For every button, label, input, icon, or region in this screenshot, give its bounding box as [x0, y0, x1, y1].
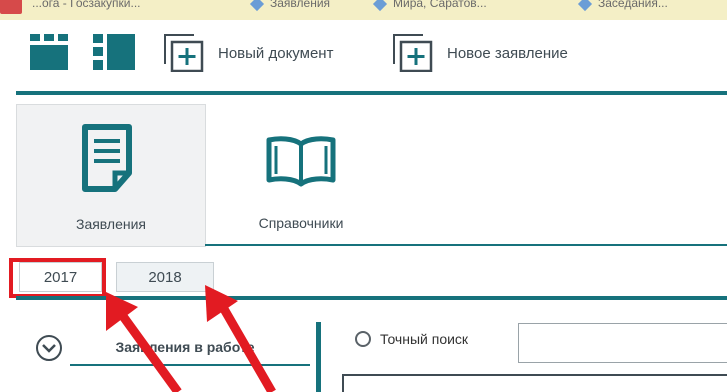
module-divider [205, 244, 727, 246]
module-label-references: Справочники [258, 215, 344, 231]
year-tab-2018[interactable]: 2018 [116, 262, 214, 292]
year-tab-2017[interactable]: 2017 [19, 262, 102, 292]
toolbar-divider [16, 91, 727, 95]
new-document-label: Новый документ [218, 44, 334, 62]
tile-view-icon[interactable] [30, 34, 72, 70]
bookmark-favicon [0, 0, 22, 14]
module-label-applications: Заявления [75, 216, 147, 232]
bookmark-link[interactable]: ...ога - Госзакупки... [32, 0, 141, 9]
toolbar: Новый документ Новое заявление [0, 20, 727, 92]
bookmark-diamond-icon [249, 0, 265, 12]
bookmark-link[interactable]: Мира, Саратов... [393, 0, 487, 9]
new-document-button[interactable]: Новый документ [164, 34, 333, 72]
exact-search-label: Точный поиск [380, 331, 469, 347]
module-tiles: Заявления Справочники [16, 104, 727, 247]
exact-search-option[interactable]: Точный поиск [355, 331, 468, 347]
bookmarks-bar: ...ога - Госзакупки... Заявления Мира, С… [0, 0, 727, 20]
module-tile-applications[interactable]: Заявления [16, 104, 206, 247]
document-icon [82, 124, 132, 192]
list-view-icon[interactable] [93, 34, 135, 70]
new-application-button[interactable]: Новое заявление [393, 34, 568, 72]
panel-splitter[interactable] [316, 322, 321, 392]
bookmark-diamond-icon [577, 0, 593, 12]
section-title-applications-in-progress[interactable]: Заявления в работе [70, 339, 300, 355]
module-tile-references[interactable]: Справочники [206, 104, 396, 247]
search-input[interactable] [518, 323, 727, 363]
results-panel [342, 374, 727, 392]
new-document-icon [164, 34, 204, 72]
open-book-icon [266, 136, 336, 187]
bookmark-diamond-icon [372, 0, 388, 12]
exact-search-radio[interactable] [355, 331, 371, 347]
new-application-label: Новое заявление [447, 44, 568, 62]
chevron-down-circle-icon[interactable] [35, 334, 63, 362]
tabs-divider [16, 296, 727, 300]
bookmark-link[interactable]: Заседания... [598, 0, 668, 9]
section-underline [70, 364, 310, 366]
new-application-icon [393, 34, 433, 72]
bookmark-link[interactable]: Заявления [270, 0, 330, 9]
